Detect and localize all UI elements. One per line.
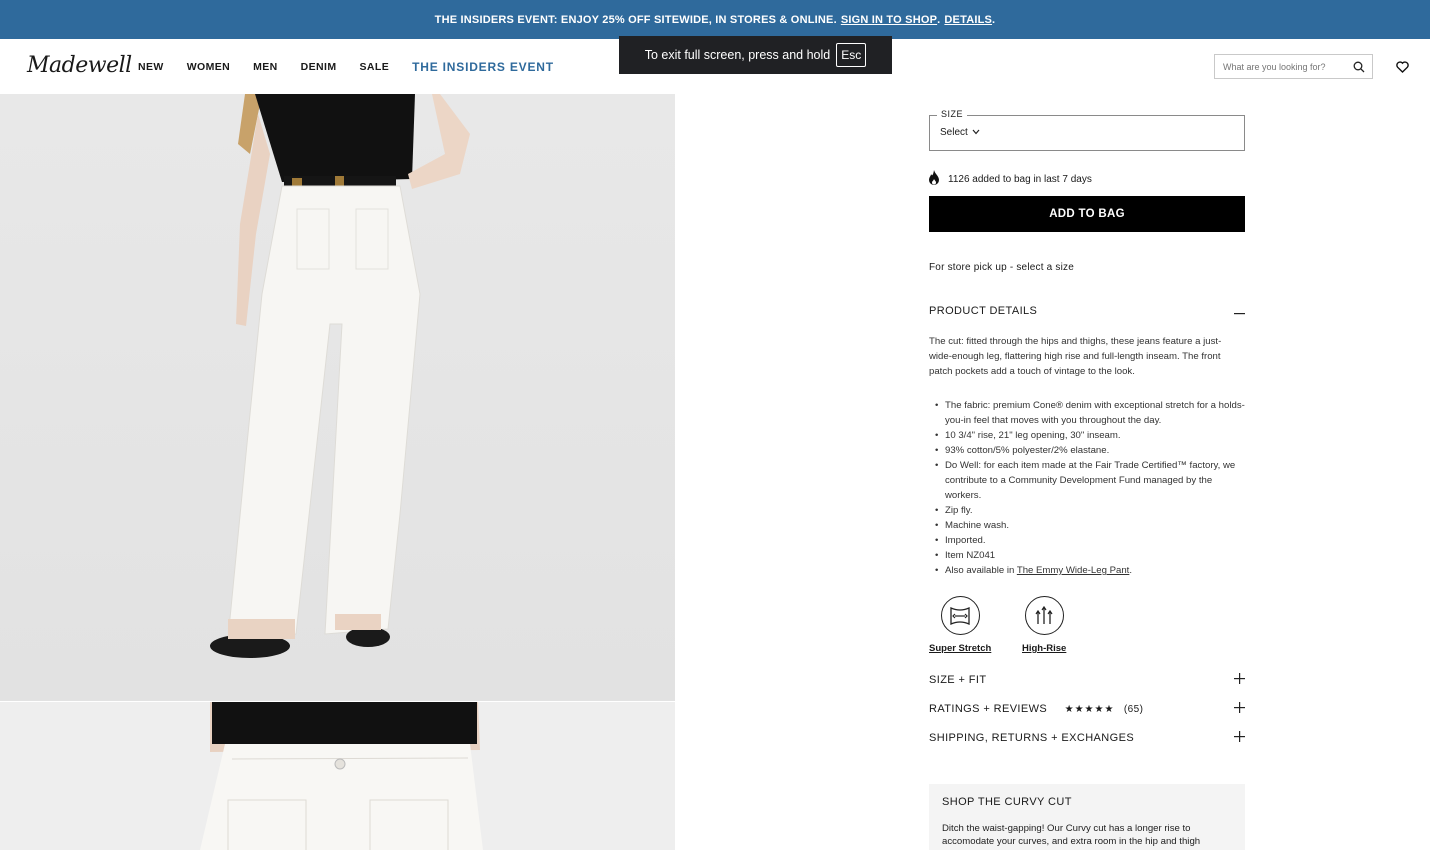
search-box[interactable]: [1214, 54, 1373, 79]
chevron-down-icon: [972, 127, 980, 138]
star-rating[interactable]: ★★★★★: [1065, 704, 1115, 715]
detail-bullet: Imported.: [935, 533, 1245, 548]
plus-icon[interactable]: [1233, 731, 1245, 744]
super-stretch-icon: [940, 596, 980, 635]
details-link[interactable]: DETAILS: [944, 14, 992, 26]
curvy-cut-panel: SHOP THE CURVY CUT Ditch the waist-gappi…: [929, 784, 1245, 850]
product-details-heading: PRODUCT DETAILS: [929, 305, 1038, 317]
minus-icon[interactable]: [1233, 305, 1245, 317]
product-image-main[interactable]: [0, 94, 675, 701]
review-count[interactable]: (65): [1124, 704, 1143, 715]
nav-item-denim[interactable]: DENIM: [301, 61, 337, 73]
promo-end: .: [992, 13, 996, 26]
promo-banner: THE INSIDERS EVENT: ENJOY 25% OFF SITEWI…: [0, 0, 1430, 39]
curvy-cut-heading: SHOP THE CURVY CUT: [942, 796, 1072, 808]
detail-bullet: Machine wash.: [935, 518, 1245, 533]
accordion-ratings-reviews[interactable]: RATINGS + REVIEWS ★★★★★ (65): [929, 702, 1245, 715]
nav-item-new[interactable]: NEW: [138, 61, 164, 73]
size-label: SIZE: [937, 109, 968, 119]
promo-dot: .: [937, 13, 941, 26]
detail-bullet: Item NZ041: [935, 548, 1245, 563]
nav-item-sale[interactable]: SALE: [360, 61, 390, 73]
main-nav: NEW WOMEN MEN DENIM SALE THE INSIDERS EV…: [138, 39, 577, 94]
add-to-bag-button[interactable]: ADD TO BAG: [929, 196, 1245, 232]
accordion-shipping-returns[interactable]: SHIPPING, RETURNS + EXCHANGES: [929, 731, 1245, 744]
product-description: The cut: fitted through the hips and thi…: [929, 336, 1222, 377]
product-detail-bullets: The fabric: premium Cone® denim with exc…: [935, 398, 1245, 578]
shipping-heading: SHIPPING, RETURNS + EXCHANGES: [929, 731, 1135, 744]
store-pickup-text: For store pick up - select a size: [929, 262, 1074, 273]
esc-key-badge: Esc: [836, 43, 867, 67]
detail-bullet: 10 3/4" rise, 21" leg opening, 30" insea…: [935, 428, 1245, 443]
size-dropdown[interactable]: Select: [940, 127, 980, 138]
plus-icon[interactable]: [1233, 702, 1245, 715]
emmy-wide-leg-link[interactable]: The Emmy Wide-Leg Pant: [1017, 565, 1130, 576]
detail-bullet: Do Well: for each item made at the Fair …: [935, 458, 1245, 503]
nav-item-men[interactable]: MEN: [253, 61, 278, 73]
product-image-secondary[interactable]: [0, 702, 675, 850]
accordion-size-fit[interactable]: SIZE + FIT: [929, 673, 1245, 686]
flame-icon: [928, 170, 940, 189]
accordion-product-details[interactable]: PRODUCT DETAILS: [929, 305, 1245, 317]
high-rise-label[interactable]: High-Rise: [1022, 643, 1066, 654]
also-available-prefix: Also available in: [945, 565, 1017, 576]
size-fit-heading: SIZE + FIT: [929, 673, 987, 686]
feature-super-stretch[interactable]: Super Stretch: [929, 596, 991, 654]
super-stretch-label[interactable]: Super Stretch: [929, 643, 991, 654]
high-rise-icon: [1024, 596, 1064, 635]
search-icon[interactable]: [1353, 60, 1365, 78]
ratings-row: RATINGS + REVIEWS ★★★★★ (65): [929, 703, 1143, 715]
added-to-bag-text: 1126 added to bag in last 7 days: [948, 174, 1092, 185]
nav-item-insiders-event[interactable]: THE INSIDERS EVENT: [412, 60, 554, 74]
detail-bullet-also-available: Also available in The Emmy Wide-Leg Pant…: [935, 563, 1245, 578]
search-input[interactable]: [1215, 61, 1345, 72]
plus-icon[interactable]: [1233, 673, 1245, 686]
promo-text: THE INSIDERS EVENT: ENJOY 25% OFF SITEWI…: [434, 13, 837, 26]
size-select-value[interactable]: Select: [940, 127, 968, 138]
feature-high-rise[interactable]: High-Rise: [1022, 596, 1066, 654]
detail-bullet: 93% cotton/5% polyester/2% elastane.: [935, 443, 1245, 458]
popularity-notice: 1126 added to bag in last 7 days: [928, 170, 1092, 189]
fullscreen-exit-toast: To exit full screen, press and hold Esc: [619, 36, 892, 74]
madewell-logo[interactable]: Madewell: [27, 53, 132, 78]
fullscreen-toast-text: To exit full screen, press and hold: [644, 48, 831, 62]
also-available-suffix: .: [1129, 565, 1133, 576]
wishlist-heart-icon[interactable]: [1396, 60, 1409, 78]
detail-bullet: Zip fly.: [935, 503, 1245, 518]
nav-item-women[interactable]: WOMEN: [187, 61, 230, 73]
detail-bullet: The fabric: premium Cone® denim with exc…: [935, 398, 1245, 428]
ratings-heading: RATINGS + REVIEWS: [929, 702, 1048, 715]
sign-in-link[interactable]: SIGN IN TO SHOP: [841, 14, 937, 26]
curvy-cut-text: Ditch the waist-gapping! Our Curvy cut h…: [942, 823, 1201, 847]
